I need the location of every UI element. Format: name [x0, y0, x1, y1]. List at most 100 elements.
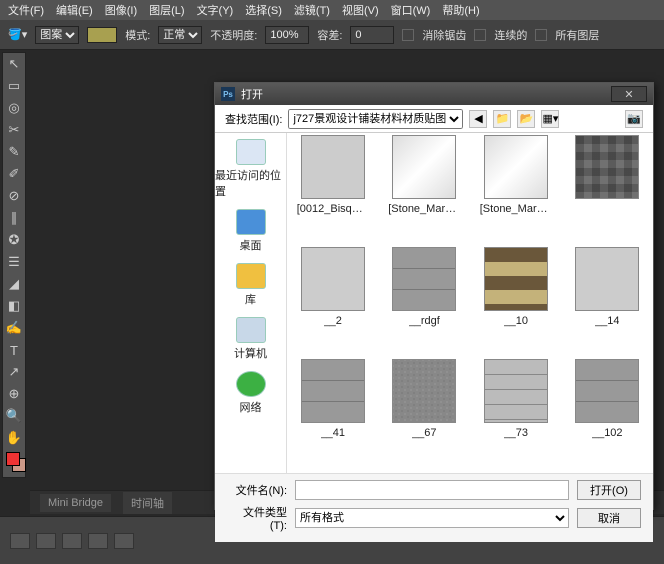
file-item[interactable]	[564, 135, 652, 243]
up-icon[interactable]: 📁	[493, 110, 511, 128]
menu-type[interactable]: 文字(Y)	[197, 2, 234, 18]
tab-minibridge[interactable]: Mini Bridge	[40, 494, 111, 512]
file-item[interactable]: __41	[289, 359, 377, 467]
close-icon[interactable]: ✕	[611, 86, 647, 102]
file-thumb	[575, 135, 639, 199]
menu-select[interactable]: 选择(S)	[245, 2, 282, 18]
menu-window[interactable]: 窗口(W)	[391, 2, 431, 18]
opacity-field[interactable]	[265, 26, 309, 44]
place-recent[interactable]: 最近访问的位置	[215, 139, 286, 199]
file-name: __73	[504, 427, 528, 439]
file-item[interactable]: [Stone_Marble]...	[472, 135, 560, 243]
brush-tool[interactable]: ✐	[3, 163, 25, 185]
tab-timeline[interactable]: 时间轴	[123, 492, 172, 514]
place-desktop[interactable]: 桌面	[236, 209, 266, 253]
ps-icon: Ps	[221, 87, 235, 101]
file-item[interactable]: __2	[289, 247, 377, 355]
place-library[interactable]: 库	[236, 263, 266, 307]
timeline-next[interactable]	[88, 533, 108, 549]
bucket-icon: 🪣▾	[8, 28, 27, 41]
pattern-swatch[interactable]	[87, 27, 117, 43]
menu-layer[interactable]: 图层(L)	[149, 2, 184, 18]
place-computer[interactable]: 计算机	[234, 317, 267, 361]
cancel-button[interactable]: 取消	[577, 508, 641, 528]
crop-tool[interactable]: ✂	[3, 119, 25, 141]
back-icon[interactable]: ◀	[469, 110, 487, 128]
pen-tool[interactable]: ✍	[3, 317, 25, 339]
filetype-select[interactable]: 所有格式	[295, 508, 569, 528]
healing-tool[interactable]: ⊘	[3, 185, 25, 207]
marquee-tool[interactable]: ▭	[3, 75, 25, 97]
stamp-tool[interactable]: ✪	[3, 229, 25, 251]
file-item[interactable]: [0012_Bisque]3...	[289, 135, 377, 243]
file-item[interactable]: [Stone_Marble]1	[381, 135, 469, 243]
file-item[interactable]: __rdgf	[381, 247, 469, 355]
menu-image[interactable]: 图像(I)	[105, 2, 137, 18]
file-grid: [0012_Bisque]3... [Stone_Marble]1 [Stone_M…	[287, 133, 653, 473]
newfolder-icon[interactable]: 📂	[517, 110, 535, 128]
menu-help[interactable]: 帮助(H)	[442, 2, 479, 18]
open-button[interactable]: 打开(O)	[577, 480, 641, 500]
file-item[interactable]: __102	[564, 359, 652, 467]
timeline-last[interactable]	[114, 533, 134, 549]
antialias-check[interactable]	[402, 29, 414, 41]
contiguous-label: 连续的	[494, 27, 527, 43]
timeline-prev[interactable]	[36, 533, 56, 549]
mode-select[interactable]: 正常	[158, 26, 202, 44]
hand-tool[interactable]: ✋	[3, 427, 25, 449]
file-name: __10	[504, 315, 528, 327]
filename-field[interactable]	[295, 480, 569, 500]
library-icon	[236, 263, 266, 289]
file-item[interactable]: __14	[564, 247, 652, 355]
fill-preset[interactable]: 图案	[35, 26, 79, 44]
open-dialog: Ps 打开 ✕ 查找范围(I): j727景观设计铺装材料材质贴图 ◀ 📁 📂 …	[214, 82, 654, 510]
file-name: [Stone_Marble]...	[480, 203, 552, 215]
tolerance-field[interactable]	[350, 26, 394, 44]
location-bar: 查找范围(I): j727景观设计铺装材料材质贴图 ◀ 📁 📂 ▦▾ 📷	[215, 105, 653, 133]
file-name: __2	[324, 315, 342, 327]
file-item[interactable]: __73	[472, 359, 560, 467]
move-tool[interactable]: ↖	[3, 53, 25, 75]
timeline-play[interactable]	[62, 533, 82, 549]
file-item[interactable]: __10	[472, 247, 560, 355]
eyedropper-tool[interactable]: ✎	[3, 141, 25, 163]
bucket-tool[interactable]: ◢	[3, 273, 25, 295]
tolerance-label: 容差:	[317, 27, 342, 43]
gradient-tool[interactable]: ☰	[3, 251, 25, 273]
file-name: [Stone_Marble]1	[388, 203, 460, 215]
recent-icon	[236, 139, 266, 165]
timeline-first[interactable]	[10, 533, 30, 549]
file-thumb	[484, 247, 548, 311]
dialog-footer: 文件名(N): 打开(O) 文件类型(T): 所有格式 取消	[215, 473, 653, 542]
folder-select[interactable]: j727景观设计铺装材料材质贴图	[288, 109, 463, 129]
menu-filter[interactable]: 滤镜(T)	[294, 2, 330, 18]
file-thumb	[484, 359, 548, 423]
filename-label: 文件名(N):	[227, 482, 287, 498]
alllayers-check[interactable]	[535, 29, 547, 41]
file-item[interactable]: __67	[381, 359, 469, 467]
file-name: __rdgf	[409, 315, 440, 327]
antialias-label: 消除锯齿	[422, 27, 466, 43]
shape-tool[interactable]: ⊕	[3, 383, 25, 405]
clone-tool[interactable]: ∥	[3, 207, 25, 229]
menu-file[interactable]: 文件(F)	[8, 2, 44, 18]
file-thumb	[575, 359, 639, 423]
file-name: [0012_Bisque]3...	[297, 203, 369, 215]
network-icon	[236, 371, 266, 397]
lasso-tool[interactable]: ◎	[3, 97, 25, 119]
camera-icon[interactable]: 📷	[625, 110, 643, 128]
zoom-tool[interactable]: 🔍	[3, 405, 25, 427]
file-thumb	[392, 247, 456, 311]
file-thumb	[392, 359, 456, 423]
menu-view[interactable]: 视图(V)	[342, 2, 379, 18]
contiguous-check[interactable]	[474, 29, 486, 41]
color-swatches[interactable]	[3, 449, 25, 477]
type-tool[interactable]: T	[3, 339, 25, 361]
fg-swatch[interactable]	[6, 452, 20, 466]
path-tool[interactable]: ↗	[3, 361, 25, 383]
menu-edit[interactable]: 编辑(E)	[56, 2, 93, 18]
viewmode-icon[interactable]: ▦▾	[541, 110, 559, 128]
place-network[interactable]: 网络	[236, 371, 266, 415]
file-name: __41	[321, 427, 345, 439]
blur-tool[interactable]: ◧	[3, 295, 25, 317]
